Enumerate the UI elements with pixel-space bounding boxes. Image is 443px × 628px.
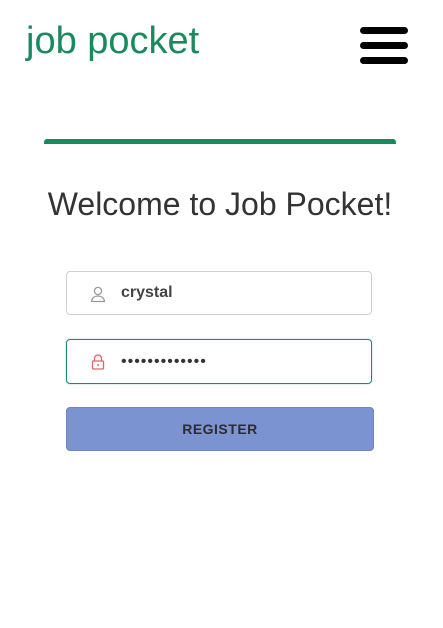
brand-logo-text[interactable]: job pocket (26, 18, 199, 64)
card-accent-bar (44, 139, 396, 144)
password-input[interactable] (121, 340, 361, 383)
username-input[interactable] (121, 272, 361, 314)
menu-bar (360, 42, 408, 49)
user-icon (90, 286, 106, 303)
page-title: Welcome to Job Pocket! (47, 186, 393, 222)
password-field[interactable] (66, 339, 372, 384)
username-field[interactable] (66, 271, 372, 315)
lock-icon (91, 354, 105, 370)
hamburger-menu-icon[interactable] (358, 26, 410, 66)
menu-bar (360, 57, 408, 64)
menu-bar (360, 27, 408, 34)
register-button[interactable]: REGISTER (66, 407, 374, 451)
